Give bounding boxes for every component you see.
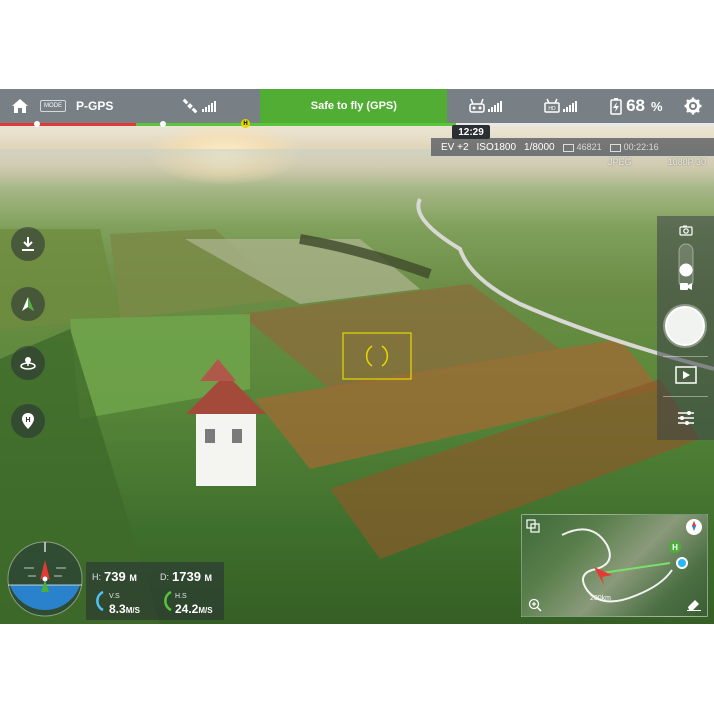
return-home-icon: H bbox=[21, 412, 35, 430]
camera-settings-button[interactable] bbox=[657, 406, 714, 430]
flight-mode-area[interactable]: MODE P-GPS bbox=[40, 89, 137, 123]
satellite-icon bbox=[182, 98, 198, 114]
eraser-icon bbox=[686, 598, 702, 615]
camera-mode-photo-button[interactable] bbox=[657, 222, 714, 238]
compass-icon bbox=[689, 518, 699, 536]
map-scale: 200km bbox=[590, 595, 611, 602]
zoom-button[interactable] bbox=[528, 598, 542, 616]
mode-label: MODE bbox=[40, 100, 66, 112]
video-time-remaining: 00:22:16 bbox=[606, 142, 663, 152]
video-signal[interactable]: HD bbox=[522, 89, 597, 123]
vertical-speed-value: 8.3M/S bbox=[109, 602, 140, 616]
low-marker bbox=[160, 121, 166, 127]
minimap[interactable]: H bbox=[521, 514, 708, 617]
layers-icon bbox=[526, 519, 540, 537]
height-label: H: bbox=[92, 572, 101, 582]
camera-parameters[interactable]: EV +2 ISO1800 1/8000 46821 00:22:16 bbox=[431, 138, 714, 156]
auto-takeoff-icon bbox=[20, 236, 36, 252]
map-layers-button[interactable] bbox=[526, 519, 540, 538]
photo-format: JPEG bbox=[608, 157, 632, 167]
vertical-speed-icon bbox=[92, 590, 106, 617]
battery-unit: % bbox=[651, 98, 663, 114]
height-value: 739 M bbox=[104, 569, 137, 584]
attitude-indicator[interactable] bbox=[6, 540, 84, 618]
sliders-icon bbox=[676, 409, 696, 427]
zoom-icon bbox=[528, 598, 542, 616]
horizontal-speed-icon bbox=[160, 590, 174, 617]
video-camera-icon bbox=[679, 282, 693, 291]
distance-label: D: bbox=[160, 572, 169, 582]
focus-target[interactable] bbox=[342, 332, 412, 380]
battery-critical-segment bbox=[0, 123, 136, 126]
video-mode-icon-area[interactable] bbox=[657, 280, 714, 292]
top-status-bar: MODE P-GPS Safe to fly (GPS) HD 68 % bbox=[0, 89, 714, 123]
svg-text:H: H bbox=[25, 417, 30, 424]
orbit-icon bbox=[19, 355, 37, 371]
iso-value: ISO1800 bbox=[476, 141, 517, 153]
hd-signal-bars bbox=[562, 100, 577, 112]
remaining-flight-time: 12:29 bbox=[452, 125, 490, 139]
home-button[interactable] bbox=[0, 89, 40, 123]
remote-signal[interactable] bbox=[447, 89, 522, 123]
minimap-home-marker: H bbox=[669, 541, 681, 553]
camera-icon bbox=[678, 225, 693, 236]
compass-button[interactable] bbox=[686, 519, 702, 535]
horizontal-speed-value: 24.2M/S bbox=[175, 602, 213, 616]
map-scale-text: 200km bbox=[590, 595, 612, 602]
distance-value: 1739 M bbox=[172, 569, 213, 584]
horizontal-speed-label: H.S bbox=[175, 593, 187, 600]
telemetry-panel: H: 739 M D: 1739 M V.S 8.3M/S H.S 24.2M/… bbox=[86, 562, 224, 620]
playback-icon bbox=[674, 366, 697, 384]
playback-button[interactable] bbox=[657, 364, 714, 386]
gear-icon bbox=[684, 97, 702, 115]
flight-mode: P-GPS bbox=[76, 99, 114, 113]
return-home-marker: H bbox=[241, 119, 250, 128]
gps-signal[interactable] bbox=[137, 89, 260, 123]
panel-divider bbox=[663, 396, 708, 397]
battery-icon bbox=[610, 97, 622, 115]
rc-signal-bars bbox=[487, 100, 502, 112]
battery-remaining-segment bbox=[136, 123, 456, 126]
panel-divider bbox=[663, 356, 708, 357]
intelligent-flight-icon bbox=[20, 296, 36, 312]
shutter-button[interactable] bbox=[665, 306, 705, 346]
photos-remaining: 46821 bbox=[559, 142, 606, 152]
critical-marker bbox=[34, 121, 40, 127]
orbit-button[interactable] bbox=[11, 346, 45, 380]
exposure-value: EV +2 bbox=[441, 141, 469, 153]
svg-text:HD: HD bbox=[548, 106, 556, 112]
shutter-value: 1/8000 bbox=[524, 141, 555, 153]
home-icon bbox=[11, 98, 29, 114]
battery-percent: 68 bbox=[626, 96, 646, 115]
photo-capacity-icon bbox=[562, 143, 574, 152]
battery-progress-line: H bbox=[0, 119, 714, 128]
hd-signal-icon: HD bbox=[543, 98, 561, 114]
flight-status[interactable]: Safe to fly (GPS) bbox=[260, 89, 448, 123]
gps-signal-bars bbox=[201, 100, 216, 112]
clear-path-button[interactable] bbox=[686, 597, 702, 616]
video-format: 1080P 30 bbox=[667, 157, 706, 167]
intelligent-flight-button[interactable] bbox=[11, 287, 45, 321]
vertical-speed-label: V.S bbox=[109, 593, 120, 600]
camera-formats: JPEG 1080P 30 bbox=[600, 157, 714, 171]
remote-controller-icon bbox=[468, 98, 486, 114]
camera-control-panel bbox=[657, 216, 714, 440]
video-capacity-icon bbox=[609, 143, 621, 152]
battery-status[interactable]: 68 % bbox=[597, 89, 675, 123]
return-home-button[interactable]: H bbox=[11, 404, 45, 438]
flight-status-text: Safe to fly (GPS) bbox=[310, 100, 397, 112]
auto-takeoff-button[interactable] bbox=[11, 227, 45, 261]
settings-button[interactable] bbox=[675, 89, 711, 123]
